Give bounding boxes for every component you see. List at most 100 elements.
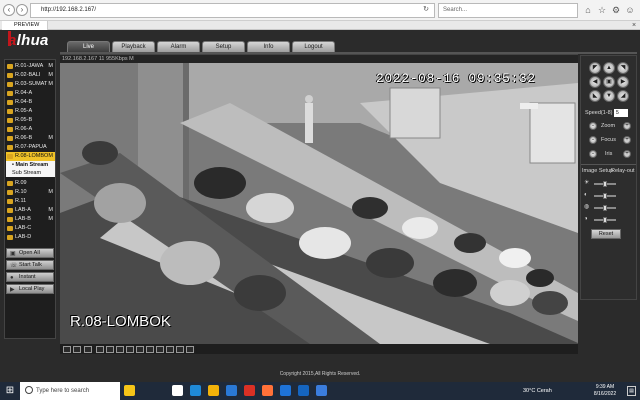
focus-minus-icon[interactable]: - xyxy=(589,136,597,144)
weather-status[interactable]: 30°C Cerah xyxy=(523,382,552,400)
internet-explorer-icon[interactable] xyxy=(280,385,291,396)
channel-item[interactable]: LAB-C xyxy=(6,224,55,233)
tab-logout[interactable]: Logout xyxy=(292,41,335,52)
speed-select[interactable]: 5 xyxy=(614,109,628,117)
channel-item[interactable]: R.03-SUMAT M xyxy=(6,80,55,89)
ptz-down-left-icon[interactable]: ◣ xyxy=(589,90,601,102)
layout-6-icon[interactable] xyxy=(96,346,104,353)
layout-1-icon[interactable] xyxy=(63,346,71,353)
ptz-down-right-icon[interactable]: ◢ xyxy=(617,90,629,102)
iris-minus-icon[interactable]: - xyxy=(589,150,597,158)
channel-item[interactable]: R.07-PAPUA xyxy=(6,143,55,152)
contrast-thumb[interactable] xyxy=(603,193,607,199)
refresh-icon[interactable]: ↻ xyxy=(420,4,432,16)
focus-plus-icon[interactable]: + xyxy=(623,136,631,144)
play-icon: ▶ xyxy=(10,287,15,293)
tab-info[interactable]: Info xyxy=(247,41,290,52)
stream-badge: M xyxy=(48,153,53,159)
task-view-icon[interactable] xyxy=(172,385,183,396)
channel-item[interactable]: R.05-B xyxy=(6,116,55,125)
tab-playback[interactable]: Playback xyxy=(112,41,155,52)
image-setup-tab[interactable]: Image Setup xyxy=(582,168,613,174)
ptz-up-icon[interactable]: ▲ xyxy=(603,62,615,74)
reset-button[interactable]: Reset xyxy=(591,229,621,239)
address-bar[interactable]: http://192.168.2.167/ xyxy=(30,3,435,18)
forward-icon[interactable]: › xyxy=(16,4,28,16)
tab-setup[interactable]: Setup xyxy=(202,41,245,52)
tab-live[interactable]: Live xyxy=(67,41,110,52)
gear-icon[interactable]: ⚙ xyxy=(610,4,622,16)
layout-8-icon[interactable] xyxy=(106,346,114,353)
tab-alarm[interactable]: Alarm xyxy=(157,41,200,52)
ptz-left-icon[interactable]: ◀ xyxy=(589,76,601,88)
ptz-center-icon[interactable]: ▣ xyxy=(603,76,615,88)
ptz-down-icon[interactable]: ▼ xyxy=(603,90,615,102)
main-stream-option[interactable]: • Main Stream xyxy=(6,161,55,169)
smiley-icon[interactable]: ☺ xyxy=(624,4,636,16)
layout-4-icon[interactable] xyxy=(73,346,81,353)
windows-start-icon[interactable]: ⊞ xyxy=(0,382,20,400)
notification-icon[interactable]: ▤ xyxy=(627,386,636,396)
channel-item-selected[interactable]: R.08-LOMBO M xyxy=(6,152,55,161)
zoom-app-icon[interactable] xyxy=(316,385,327,396)
open-all-button[interactable]: ▣ Open All xyxy=(6,248,54,258)
search-input[interactable]: Search... xyxy=(438,3,578,18)
hue-icon: ◑ xyxy=(584,216,588,222)
layout-16-icon[interactable] xyxy=(136,346,144,353)
camera-video-feed[interactable]: 2022-08-16 09:35:32 R.08-LOMBOK xyxy=(60,63,578,344)
layout-25-icon[interactable] xyxy=(156,346,164,353)
channel-item[interactable]: R.09 xyxy=(6,179,55,188)
taskbar-clock[interactable]: 9:39 AM 8/16/2022 xyxy=(590,384,620,398)
channel-item[interactable]: R.01-JAWA M xyxy=(6,62,55,71)
instant-record-button[interactable]: ●Instant Record xyxy=(6,272,54,289)
zoom-out-icon[interactable]: - xyxy=(589,122,597,130)
browser-tab-preview[interactable]: PREVIEW xyxy=(2,21,49,30)
layout-36-icon[interactable] xyxy=(166,346,174,353)
back-icon[interactable]: ‹ xyxy=(3,4,15,16)
ptz-up-right-icon[interactable]: ◥ xyxy=(617,62,629,74)
channel-item[interactable]: R.11 xyxy=(6,197,55,206)
channel-label: R.08-LOMBO xyxy=(15,153,49,159)
camera-name-overlay: R.08-LOMBOK xyxy=(70,313,171,330)
taskbar-search-input[interactable]: Type here to search xyxy=(20,382,120,400)
layout-9-icon[interactable] xyxy=(116,346,124,353)
weather-widget-icon[interactable] xyxy=(124,385,135,396)
close-icon[interactable]: × xyxy=(630,21,638,30)
hue-thumb[interactable] xyxy=(603,217,607,223)
channel-item[interactable]: R.10 M xyxy=(6,188,55,197)
channel-item[interactable]: LAB-B M xyxy=(6,215,55,224)
channel-item[interactable]: LAB-D xyxy=(6,233,55,242)
saturation-thumb[interactable] xyxy=(603,205,607,211)
channel-item[interactable]: LAB-A M xyxy=(6,206,55,215)
layout-13-icon[interactable] xyxy=(126,346,134,353)
channel-item[interactable]: R.02-BALI M xyxy=(6,71,55,80)
file-explorer-icon[interactable] xyxy=(208,385,219,396)
chrome-icon[interactable] xyxy=(244,385,255,396)
channel-item[interactable]: R.05-A xyxy=(6,107,55,116)
ptz-up-left-icon[interactable]: ◤ xyxy=(589,62,601,74)
edge-icon[interactable] xyxy=(190,385,201,396)
firefox-icon[interactable] xyxy=(262,385,273,396)
sub-stream-option[interactable]: Sub Stream xyxy=(6,169,55,177)
channel-label: R.07-PAPUA xyxy=(15,144,47,150)
app-icon[interactable] xyxy=(298,385,309,396)
fullscreen-icon[interactable] xyxy=(84,346,92,353)
local-play-button[interactable]: ▶ Local Play xyxy=(6,284,54,294)
iris-plus-icon[interactable]: + xyxy=(623,150,631,158)
zoom-in-icon[interactable]: + xyxy=(623,122,631,130)
favorites-icon[interactable]: ☆ xyxy=(596,4,608,16)
brightness-thumb[interactable] xyxy=(603,181,607,187)
channel-item[interactable]: R.06-A xyxy=(6,125,55,134)
full-view-icon[interactable] xyxy=(186,346,194,353)
relay-out-tab[interactable]: Relay-out xyxy=(611,168,635,174)
channel-item[interactable]: R.04-B xyxy=(6,98,55,107)
ptz-right-icon[interactable]: ▶ xyxy=(617,76,629,88)
channel-label: LAB-A xyxy=(15,207,31,213)
channel-item[interactable]: R.06-B M xyxy=(6,134,55,143)
layout-20-icon[interactable] xyxy=(146,346,154,353)
start-talk-button[interactable]: ☏ Start Talk xyxy=(6,260,54,270)
layout-64-icon[interactable] xyxy=(176,346,184,353)
store-icon[interactable] xyxy=(226,385,237,396)
home-icon[interactable]: ⌂ xyxy=(582,4,594,16)
channel-item[interactable]: R.04-A xyxy=(6,89,55,98)
